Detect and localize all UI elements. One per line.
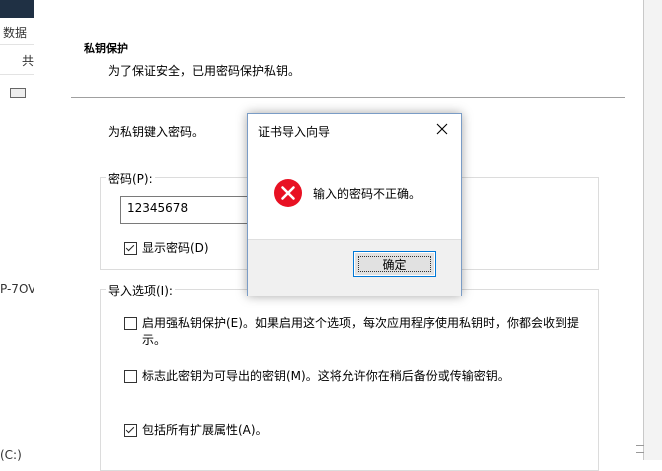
- extended-properties-label[interactable]: 包括所有扩展属性(A)。: [142, 422, 268, 439]
- close-icon: [436, 123, 448, 135]
- password-input[interactable]: 12345678: [120, 196, 260, 224]
- error-icon: [274, 179, 302, 207]
- extended-properties-checkbox[interactable]: [124, 424, 137, 437]
- ok-button-label: 确定: [382, 257, 407, 272]
- header-divider: [71, 97, 625, 98]
- error-message: 输入的密码不正确。: [313, 187, 422, 201]
- section-description: 为了保证安全，已用密码保护私钥。: [108, 64, 301, 78]
- error-dialog: 证书导入向导 输入的密码不正确。 确定: [247, 113, 462, 296]
- dialog-footer: 确定: [248, 239, 461, 296]
- dialog-title: 证书导入向导: [258, 125, 331, 139]
- strong-key-protection-label-line1: 启用强私钥保护(E)。如果启用这个选项，每次应用程序使用私钥时，你都会收到提: [142, 316, 579, 330]
- background-share-label[interactable]: 共: [22, 52, 34, 69]
- exportable-key-label[interactable]: 标志此密钥为可导出的密钥(M)。这将允许你在稍后备份或传输密钥。: [142, 368, 510, 385]
- show-password-label[interactable]: 显示密码(D): [142, 240, 209, 257]
- background-divider: [0, 74, 34, 75]
- exportable-key-checkbox[interactable]: [124, 370, 137, 383]
- scroll-area: [644, 0, 662, 460]
- strong-key-protection-label[interactable]: 启用强私钥保护(E)。如果启用这个选项，每次应用程序使用私钥时，你都会收到提 示…: [142, 315, 579, 349]
- password-group-label: 密码(P):: [106, 170, 155, 187]
- strong-key-protection-label-line2: 示。: [142, 333, 167, 347]
- resize-grip-icon: [636, 452, 644, 453]
- background-divider: [0, 44, 34, 45]
- close-button[interactable]: [431, 118, 453, 140]
- import-options-label: 导入选项(I):: [106, 282, 175, 299]
- exportable-key-option[interactable]: 标志此密钥为可导出的密钥(M)。这将允许你在稍后备份或传输密钥。: [124, 368, 510, 385]
- strong-key-protection-checkbox[interactable]: [124, 317, 137, 330]
- background-titlebar: [0, 0, 34, 18]
- password-prompt: 为私钥键入密码。: [108, 125, 205, 139]
- strong-key-protection-option[interactable]: 启用强私钥保护(E)。如果启用这个选项，每次应用程序使用私钥时，你都会收到提 示…: [124, 315, 594, 349]
- ok-button[interactable]: 确定: [353, 251, 436, 277]
- extended-properties-option[interactable]: 包括所有扩展属性(A)。: [124, 422, 268, 439]
- resize-grip-icon: [636, 445, 644, 446]
- background-host-label[interactable]: P-7OV: [0, 282, 36, 296]
- background-window: 数据 共 P-7OV (C:): [0, 0, 36, 462]
- section-title: 私钥保护: [84, 42, 128, 55]
- show-password-option[interactable]: 显示密码(D): [124, 240, 209, 257]
- background-tab-label[interactable]: 数据: [3, 24, 27, 41]
- show-password-checkbox[interactable]: [124, 242, 137, 255]
- drive-icon[interactable]: [10, 88, 26, 98]
